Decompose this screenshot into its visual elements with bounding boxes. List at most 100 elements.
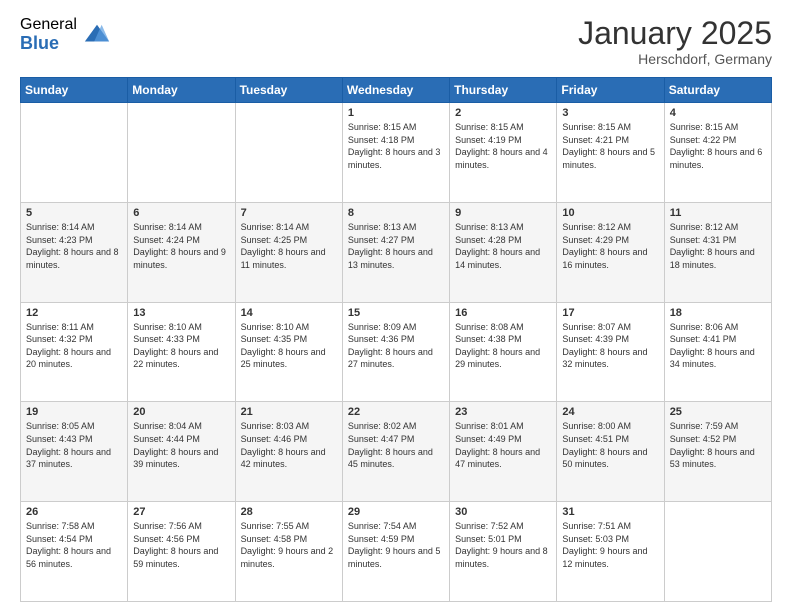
day-number: 23	[455, 406, 551, 418]
logo-general: General	[20, 16, 77, 34]
calendar-week-row: 5 Sunrise: 8:14 AMSunset: 4:23 PMDayligh…	[21, 202, 772, 302]
table-row: 30 Sunrise: 7:52 AMSunset: 5:01 PMDaylig…	[450, 502, 557, 602]
day-info: Sunrise: 8:13 AMSunset: 4:27 PMDaylight:…	[348, 221, 444, 271]
logo-text: General Blue	[20, 16, 77, 53]
table-row: 19 Sunrise: 8:05 AMSunset: 4:43 PMDaylig…	[21, 402, 128, 502]
table-row: 24 Sunrise: 8:00 AMSunset: 4:51 PMDaylig…	[557, 402, 664, 502]
logo-icon	[83, 21, 111, 49]
logo-blue: Blue	[20, 34, 77, 54]
col-tuesday: Tuesday	[235, 78, 342, 103]
day-info: Sunrise: 8:14 AMSunset: 4:25 PMDaylight:…	[241, 221, 337, 271]
header: General Blue January 2025 Herschdorf, Ge…	[20, 16, 772, 67]
table-row: 20 Sunrise: 8:04 AMSunset: 4:44 PMDaylig…	[128, 402, 235, 502]
day-number: 4	[670, 107, 766, 119]
day-info: Sunrise: 8:10 AMSunset: 4:33 PMDaylight:…	[133, 321, 229, 371]
day-info: Sunrise: 8:08 AMSunset: 4:38 PMDaylight:…	[455, 321, 551, 371]
col-wednesday: Wednesday	[342, 78, 449, 103]
day-info: Sunrise: 7:52 AMSunset: 5:01 PMDaylight:…	[455, 520, 551, 570]
day-number: 18	[670, 307, 766, 319]
day-info: Sunrise: 8:11 AMSunset: 4:32 PMDaylight:…	[26, 321, 122, 371]
day-info: Sunrise: 8:12 AMSunset: 4:29 PMDaylight:…	[562, 221, 658, 271]
day-number: 16	[455, 307, 551, 319]
day-info: Sunrise: 8:15 AMSunset: 4:21 PMDaylight:…	[562, 121, 658, 171]
day-info: Sunrise: 7:55 AMSunset: 4:58 PMDaylight:…	[241, 520, 337, 570]
day-number: 5	[26, 207, 122, 219]
table-row: 14 Sunrise: 8:10 AMSunset: 4:35 PMDaylig…	[235, 302, 342, 402]
calendar-week-row: 26 Sunrise: 7:58 AMSunset: 4:54 PMDaylig…	[21, 502, 772, 602]
table-row: 27 Sunrise: 7:56 AMSunset: 4:56 PMDaylig…	[128, 502, 235, 602]
day-number: 30	[455, 506, 551, 518]
day-number: 3	[562, 107, 658, 119]
table-row: 4 Sunrise: 8:15 AMSunset: 4:22 PMDayligh…	[664, 103, 771, 203]
table-row: 3 Sunrise: 8:15 AMSunset: 4:21 PMDayligh…	[557, 103, 664, 203]
day-number: 22	[348, 406, 444, 418]
table-row: 17 Sunrise: 8:07 AMSunset: 4:39 PMDaylig…	[557, 302, 664, 402]
day-info: Sunrise: 7:54 AMSunset: 4:59 PMDaylight:…	[348, 520, 444, 570]
day-number: 17	[562, 307, 658, 319]
day-number: 10	[562, 207, 658, 219]
table-row: 23 Sunrise: 8:01 AMSunset: 4:49 PMDaylig…	[450, 402, 557, 502]
day-info: Sunrise: 8:02 AMSunset: 4:47 PMDaylight:…	[348, 420, 444, 470]
day-number: 28	[241, 506, 337, 518]
day-number: 20	[133, 406, 229, 418]
table-row: 11 Sunrise: 8:12 AMSunset: 4:31 PMDaylig…	[664, 202, 771, 302]
table-row	[128, 103, 235, 203]
table-row: 6 Sunrise: 8:14 AMSunset: 4:24 PMDayligh…	[128, 202, 235, 302]
day-info: Sunrise: 7:56 AMSunset: 4:56 PMDaylight:…	[133, 520, 229, 570]
table-row: 2 Sunrise: 8:15 AMSunset: 4:19 PMDayligh…	[450, 103, 557, 203]
day-number: 15	[348, 307, 444, 319]
day-number: 21	[241, 406, 337, 418]
day-number: 25	[670, 406, 766, 418]
day-number: 19	[26, 406, 122, 418]
table-row	[664, 502, 771, 602]
title-block: January 2025 Herschdorf, Germany	[578, 16, 772, 67]
day-info: Sunrise: 8:06 AMSunset: 4:41 PMDaylight:…	[670, 321, 766, 371]
table-row: 8 Sunrise: 8:13 AMSunset: 4:27 PMDayligh…	[342, 202, 449, 302]
day-number: 27	[133, 506, 229, 518]
day-number: 6	[133, 207, 229, 219]
table-row: 18 Sunrise: 8:06 AMSunset: 4:41 PMDaylig…	[664, 302, 771, 402]
day-info: Sunrise: 8:09 AMSunset: 4:36 PMDaylight:…	[348, 321, 444, 371]
logo: General Blue	[20, 16, 111, 53]
day-info: Sunrise: 8:04 AMSunset: 4:44 PMDaylight:…	[133, 420, 229, 470]
table-row: 5 Sunrise: 8:14 AMSunset: 4:23 PMDayligh…	[21, 202, 128, 302]
day-number: 13	[133, 307, 229, 319]
table-row: 28 Sunrise: 7:55 AMSunset: 4:58 PMDaylig…	[235, 502, 342, 602]
table-row: 9 Sunrise: 8:13 AMSunset: 4:28 PMDayligh…	[450, 202, 557, 302]
day-number: 29	[348, 506, 444, 518]
col-friday: Friday	[557, 78, 664, 103]
table-row: 13 Sunrise: 8:10 AMSunset: 4:33 PMDaylig…	[128, 302, 235, 402]
table-row: 12 Sunrise: 8:11 AMSunset: 4:32 PMDaylig…	[21, 302, 128, 402]
day-info: Sunrise: 8:07 AMSunset: 4:39 PMDaylight:…	[562, 321, 658, 371]
table-row: 21 Sunrise: 8:03 AMSunset: 4:46 PMDaylig…	[235, 402, 342, 502]
col-sunday: Sunday	[21, 78, 128, 103]
day-info: Sunrise: 8:01 AMSunset: 4:49 PMDaylight:…	[455, 420, 551, 470]
day-info: Sunrise: 8:05 AMSunset: 4:43 PMDaylight:…	[26, 420, 122, 470]
table-row: 31 Sunrise: 7:51 AMSunset: 5:03 PMDaylig…	[557, 502, 664, 602]
day-number: 14	[241, 307, 337, 319]
calendar-table: Sunday Monday Tuesday Wednesday Thursday…	[20, 77, 772, 602]
month-title: January 2025	[578, 16, 772, 51]
day-number: 2	[455, 107, 551, 119]
table-row: 15 Sunrise: 8:09 AMSunset: 4:36 PMDaylig…	[342, 302, 449, 402]
col-thursday: Thursday	[450, 78, 557, 103]
table-row: 26 Sunrise: 7:58 AMSunset: 4:54 PMDaylig…	[21, 502, 128, 602]
day-number: 11	[670, 207, 766, 219]
table-row: 29 Sunrise: 7:54 AMSunset: 4:59 PMDaylig…	[342, 502, 449, 602]
day-info: Sunrise: 7:59 AMSunset: 4:52 PMDaylight:…	[670, 420, 766, 470]
day-info: Sunrise: 7:58 AMSunset: 4:54 PMDaylight:…	[26, 520, 122, 570]
location: Herschdorf, Germany	[578, 51, 772, 67]
day-number: 8	[348, 207, 444, 219]
day-number: 7	[241, 207, 337, 219]
table-row: 7 Sunrise: 8:14 AMSunset: 4:25 PMDayligh…	[235, 202, 342, 302]
table-row: 10 Sunrise: 8:12 AMSunset: 4:29 PMDaylig…	[557, 202, 664, 302]
calendar-week-row: 1 Sunrise: 8:15 AMSunset: 4:18 PMDayligh…	[21, 103, 772, 203]
table-row	[21, 103, 128, 203]
calendar-week-row: 19 Sunrise: 8:05 AMSunset: 4:43 PMDaylig…	[21, 402, 772, 502]
day-number: 24	[562, 406, 658, 418]
calendar-week-row: 12 Sunrise: 8:11 AMSunset: 4:32 PMDaylig…	[21, 302, 772, 402]
table-row: 1 Sunrise: 8:15 AMSunset: 4:18 PMDayligh…	[342, 103, 449, 203]
day-info: Sunrise: 8:15 AMSunset: 4:19 PMDaylight:…	[455, 121, 551, 171]
day-info: Sunrise: 8:14 AMSunset: 4:24 PMDaylight:…	[133, 221, 229, 271]
table-row: 16 Sunrise: 8:08 AMSunset: 4:38 PMDaylig…	[450, 302, 557, 402]
